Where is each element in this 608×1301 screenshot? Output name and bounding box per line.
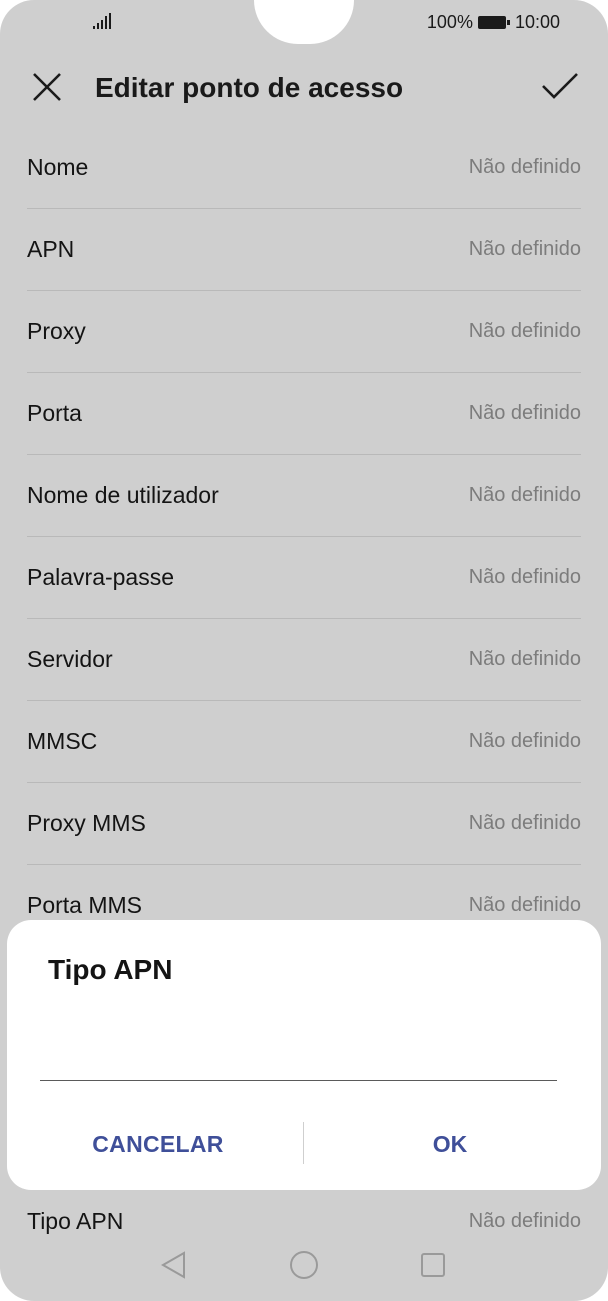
list-item-label: Porta — [27, 400, 82, 426]
list-item-nome[interactable]: Nome Não definido — [27, 127, 581, 209]
list-item-label: Servidor — [27, 646, 113, 672]
signal-icon — [93, 13, 111, 29]
list-item-proxy-mms[interactable]: Proxy MMS Não definido — [27, 783, 581, 865]
list-item-label: Nome — [27, 154, 89, 180]
check-icon[interactable] — [540, 68, 580, 104]
close-icon[interactable] — [30, 70, 64, 104]
clock: 10:00 — [514, 12, 560, 32]
status-bar: 100% 10:00 — [0, 0, 608, 44]
list-item-label: Porta MMS — [27, 892, 143, 918]
settings-list: Nome Não definido APN Não definido Proxy… — [27, 127, 581, 946]
status-right: 100% 10:00 — [427, 12, 560, 33]
list-item-label: MMSC — [27, 728, 98, 754]
list-item-value: Não definido — [468, 1209, 581, 1232]
button-divider — [303, 1122, 304, 1164]
navigation-bar — [0, 1244, 608, 1288]
dialog-title: Tipo APN — [48, 954, 173, 985]
list-item-mmsc[interactable]: MMSC Não definido — [27, 701, 581, 783]
page-title: Editar ponto de acesso — [95, 72, 404, 103]
list-item-label: Nome de utilizador — [27, 482, 219, 508]
list-item-tipo-apn[interactable]: Tipo APN Não definido — [27, 1200, 581, 1242]
list-item-value: Não definido — [468, 894, 581, 916]
battery-icon — [477, 16, 510, 29]
list-item-value: Não definido — [468, 648, 581, 670]
list-item-palavra-passe[interactable]: Palavra-passe Não definido — [27, 537, 581, 619]
list-item-label: Palavra-passe — [27, 564, 175, 590]
list-item-value: Não definido — [468, 156, 581, 178]
list-item-servidor[interactable]: Servidor Não definido — [27, 619, 581, 701]
list-item-value: Não definido — [468, 320, 581, 342]
home-icon[interactable] — [289, 1250, 319, 1280]
list-item-label: Proxy — [27, 318, 86, 344]
list-item-nome-utilizador[interactable]: Nome de utilizador Não definido — [27, 455, 581, 537]
back-icon[interactable] — [160, 1250, 188, 1280]
list-item-value: Não definido — [468, 484, 581, 506]
list-item-label: Proxy MMS — [27, 810, 146, 836]
list-item-porta[interactable]: Porta Não definido — [27, 373, 581, 455]
list-item-label: Tipo APN — [27, 1207, 124, 1234]
list-item-value: Não definido — [468, 812, 581, 834]
recent-apps-icon[interactable] — [420, 1252, 446, 1278]
list-item-label: APN — [27, 236, 75, 262]
list-item-proxy[interactable]: Proxy Não definido — [27, 291, 581, 373]
list-item-value: Não definido — [468, 238, 581, 260]
apn-type-input[interactable] — [40, 1048, 557, 1081]
cancel-button[interactable]: CANCELAR — [47, 1122, 269, 1166]
list-item-value: Não definido — [468, 566, 581, 588]
battery-percent: 100% — [426, 12, 473, 32]
list-item-value: Não definido — [468, 730, 581, 752]
list-item-value: Não definido — [468, 402, 581, 424]
ok-button[interactable]: OK — [317, 1122, 583, 1166]
toolbar: Editar ponto de acesso — [0, 54, 608, 124]
list-item-apn[interactable]: APN Não definido — [27, 209, 581, 291]
phone-screen: 100% 10:00 Editar ponto de acesso Nome N… — [0, 0, 608, 1301]
